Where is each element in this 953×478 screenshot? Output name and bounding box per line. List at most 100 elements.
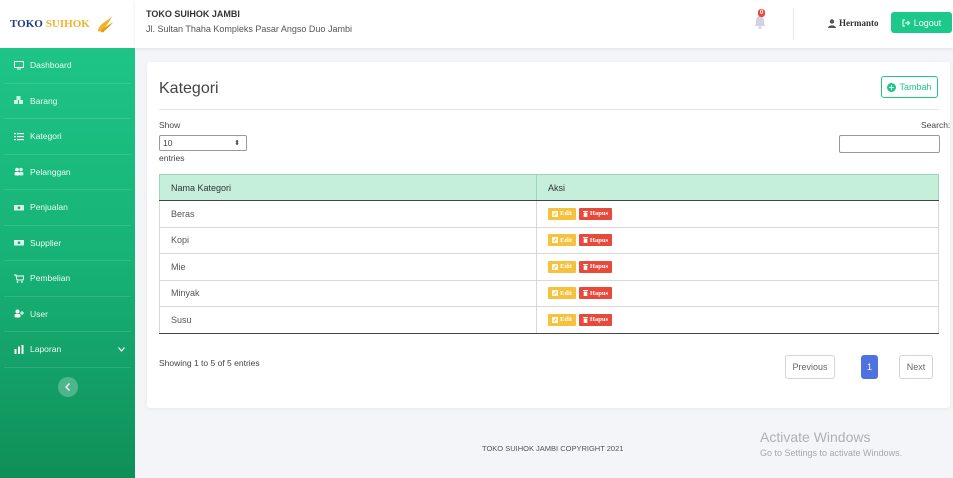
sidebar-item-pelanggan[interactable]: Pelanggan xyxy=(4,155,131,190)
length-value: 10 xyxy=(163,138,173,148)
edit-icon xyxy=(552,290,558,297)
logout-button[interactable]: Logout xyxy=(891,12,952,33)
sidebar-item-kategori[interactable]: Kategori xyxy=(4,119,131,155)
sort-arrows-icon: ⬍ xyxy=(234,140,240,147)
sidebar-item-label: Dashboard xyxy=(30,60,72,71)
trash-icon xyxy=(582,316,588,323)
windows-watermark-subtitle: Go to Settings to activate Windows. xyxy=(760,448,903,458)
user-name: Hermanto xyxy=(839,18,879,28)
table-row: Susu Edit Hapus xyxy=(159,306,939,334)
edit-icon xyxy=(552,210,558,217)
kategori-name-cell: Kopi xyxy=(159,226,537,254)
search-input[interactable] xyxy=(839,135,940,153)
pagination: Previous 1 Next xyxy=(785,355,933,379)
edit-label: Edit xyxy=(560,289,572,297)
report-icon xyxy=(14,344,24,354)
table-row: Beras Edit Hapus xyxy=(159,200,939,228)
monitor-icon xyxy=(14,60,24,70)
page-title: Kategori xyxy=(159,80,219,97)
delete-button[interactable]: Hapus xyxy=(578,313,612,326)
edit-button[interactable]: Edit xyxy=(548,287,576,300)
delete-button[interactable]: Hapus xyxy=(578,260,612,273)
edit-button[interactable]: Edit xyxy=(548,260,576,273)
sidebar-item-label: User xyxy=(30,308,48,319)
sidebar-item-laporan[interactable]: Laporan xyxy=(4,332,131,368)
kategori-card: Kategori Tambah Show 10 ⬍ entries Search… xyxy=(147,62,950,408)
user-menu[interactable]: Hermanto xyxy=(828,18,879,28)
sidebar-item-label: Penjualan xyxy=(30,202,68,213)
delete-button[interactable]: Hapus xyxy=(578,287,612,300)
edit-label: Edit xyxy=(560,236,572,244)
list-icon xyxy=(14,132,24,141)
sidebar-item-dashboard[interactable]: Dashboard xyxy=(4,48,131,84)
table-info: Showing 1 to 5 of 5 entries xyxy=(159,358,260,368)
plus-circle-icon xyxy=(887,82,897,92)
kategori-name-cell: Susu xyxy=(159,306,537,334)
edit-button[interactable]: Edit xyxy=(548,313,576,326)
kategori-table: Nama Kategori Aksi Beras Edit Hapus Kopi Edi… xyxy=(159,174,939,334)
entries-length-select[interactable]: 10 ⬍ xyxy=(159,135,247,151)
table-body: Beras Edit Hapus Kopi Edit Hapus Mie Edit Hapus M… xyxy=(159,200,939,334)
edit-label: Edit xyxy=(560,316,572,324)
sidebar-item-label: Supplier xyxy=(30,237,62,248)
sidebar-item-barang[interactable]: Barang xyxy=(4,84,131,119)
current-page-button[interactable]: 1 xyxy=(861,355,878,379)
edit-icon xyxy=(552,237,558,244)
card-divider xyxy=(159,109,939,110)
action-cell: Edit Hapus xyxy=(536,306,939,334)
store-name: TOKO SUIHOK JAMBI xyxy=(146,9,240,19)
chevron-down-icon xyxy=(118,344,125,354)
trash-icon xyxy=(582,237,588,244)
sidebar-item-user[interactable]: User xyxy=(4,297,131,332)
brand-name-part2: SUIHOK xyxy=(45,18,90,30)
sidebar-item-penjualan[interactable]: Penjualan xyxy=(4,190,131,226)
trash-icon xyxy=(582,263,588,270)
previous-page-button[interactable]: Previous xyxy=(785,355,835,379)
store-address: Jl. Sultan Thaha Kompleks Pasar Angso Du… xyxy=(146,24,352,34)
action-cell: Edit Hapus xyxy=(536,279,939,307)
add-button-label: Tambah xyxy=(899,82,932,92)
add-kategori-button[interactable]: Tambah xyxy=(881,76,938,98)
entries-label: entries xyxy=(159,153,185,163)
sign-out-icon xyxy=(902,19,910,26)
table-header-row: Nama Kategori Aksi xyxy=(159,174,939,201)
topbar-divider xyxy=(793,8,794,40)
edit-label: Edit xyxy=(560,263,572,271)
table-row: Minyak Edit Hapus xyxy=(159,279,939,307)
delete-button[interactable]: Hapus xyxy=(578,207,612,220)
table-row: Mie Edit Hapus xyxy=(159,253,939,281)
money-icon xyxy=(14,203,24,212)
sidebar-item-label: Kategori xyxy=(30,131,62,142)
delete-button[interactable]: Hapus xyxy=(578,234,612,247)
sidebar: TOKO SUIHOK Dashboard Barang Kategori Pe… xyxy=(0,0,135,478)
column-header-nama[interactable]: Nama Kategori xyxy=(159,174,537,201)
column-header-aksi[interactable]: Aksi xyxy=(536,174,939,201)
sidebar-item-label: Barang xyxy=(30,95,58,106)
action-cell: Edit Hapus xyxy=(536,226,939,254)
logo-icon xyxy=(97,16,114,33)
user-plus-icon xyxy=(14,309,24,318)
brand-name-part1: TOKO xyxy=(10,18,43,30)
sidebar-item-pembelian[interactable]: Pembelian xyxy=(4,261,131,297)
edit-button[interactable]: Edit xyxy=(548,234,576,247)
delete-label: Hapus xyxy=(589,289,608,297)
action-cell: Edit Hapus xyxy=(536,253,939,281)
sidebar-toggle-button[interactable] xyxy=(58,377,78,397)
logout-label: Logout xyxy=(913,17,942,28)
action-cell: Edit Hapus xyxy=(536,200,939,228)
delete-label: Hapus xyxy=(589,263,608,271)
brand-logo[interactable]: TOKO SUIHOK xyxy=(0,0,135,48)
sidebar-item-label: Pelanggan xyxy=(30,166,71,177)
alert-count-badge: 0 xyxy=(758,9,766,17)
edit-label: Edit xyxy=(560,210,572,218)
trash-icon xyxy=(582,210,588,217)
windows-watermark-title: Activate Windows xyxy=(760,429,871,445)
sidebar-item-supplier[interactable]: Supplier xyxy=(4,226,131,261)
cart-icon xyxy=(14,274,24,283)
edit-button[interactable]: Edit xyxy=(548,207,576,220)
boxes-icon xyxy=(14,96,24,105)
kategori-name-cell: Beras xyxy=(159,200,537,228)
next-page-button[interactable]: Next xyxy=(899,355,933,379)
sidebar-item-label: Pembelian xyxy=(30,273,71,284)
delete-label: Hapus xyxy=(589,316,608,324)
